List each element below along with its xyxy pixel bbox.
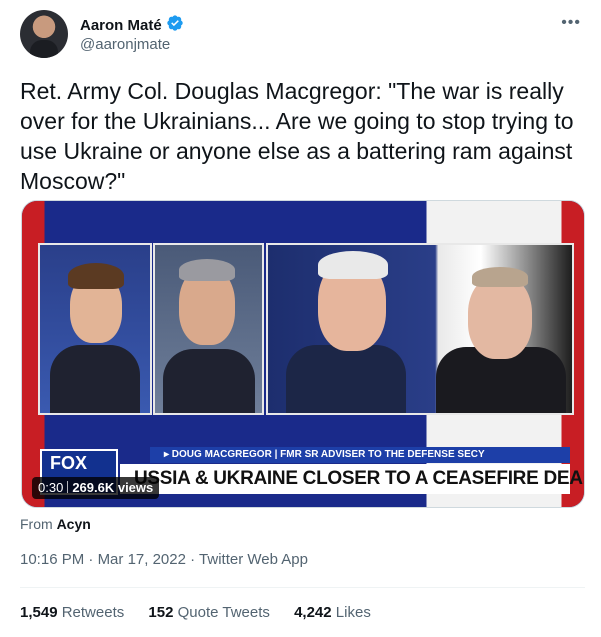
tweet-date[interactable]: Mar 17, 2022 — [98, 551, 186, 568]
author-handle[interactable]: @aaronjmate — [80, 36, 170, 53]
lower-third-top: ▸ DOUG MACGREGOR | FMR SR ADVISER TO THE… — [150, 447, 570, 463]
likes-count: 4,242 — [294, 604, 332, 621]
video-duration: 0:30 — [38, 480, 64, 495]
likes-stat[interactable]: 4,242 Likes — [294, 604, 371, 621]
tweet-app[interactable]: Twitter Web App — [199, 551, 308, 568]
quote-tweets-count: 152 — [148, 604, 174, 621]
author-name[interactable]: Aaron Maté — [80, 17, 162, 34]
likes-label: Likes — [335, 604, 371, 621]
tweet-header: Aaron Maté @aaronjmate ••• — [20, 10, 585, 60]
quote-tweets-stat[interactable]: 152 Quote Tweets — [148, 604, 269, 621]
retweets-label: Retweets — [61, 604, 125, 621]
tweet-text: Ret. Army Col. Douglas Macgregor: "The w… — [20, 78, 574, 194]
video-views: 269.6K views — [72, 480, 154, 495]
meta-separator: · — [190, 551, 196, 568]
video-stats-badge: 0:30 269.6K views — [32, 477, 160, 499]
meta-separator: · — [88, 551, 94, 568]
more-options-icon[interactable]: ••• — [561, 14, 581, 32]
retweets-count: 1,549 — [20, 604, 58, 621]
media-source-label: From — [20, 516, 53, 532]
author-name-row[interactable]: Aaron Maté — [80, 14, 184, 34]
video-panel-guest — [153, 243, 264, 415]
video-panel-host — [38, 243, 152, 415]
tweet-meta: 10:16 PM · Mar 17, 2022 · Twitter Web Ap… — [20, 551, 308, 568]
quote-tweets-label: Quote Tweets — [177, 604, 270, 621]
retweets-stat[interactable]: 1,549 Retweets — [20, 604, 124, 621]
tweet-time[interactable]: 10:16 PM — [20, 551, 84, 568]
video-panel-leaders — [266, 243, 574, 415]
media-source-account[interactable]: Acyn — [57, 516, 91, 532]
avatar[interactable] — [20, 10, 68, 58]
verified-badge-icon — [167, 15, 183, 31]
video-player[interactable]: FOX ▸ DOUG MACGREGOR | FMR SR ADVISER TO… — [21, 200, 585, 508]
media-source: From Acyn — [20, 516, 91, 532]
tweet-stats: 1,549 Retweets 152 Quote Tweets 4,242 Li… — [20, 604, 391, 621]
lower-third-headline: USSIA & UKRAINE CLOSER TO A CEASEFIRE DE… — [120, 464, 584, 494]
divider — [20, 587, 585, 588]
